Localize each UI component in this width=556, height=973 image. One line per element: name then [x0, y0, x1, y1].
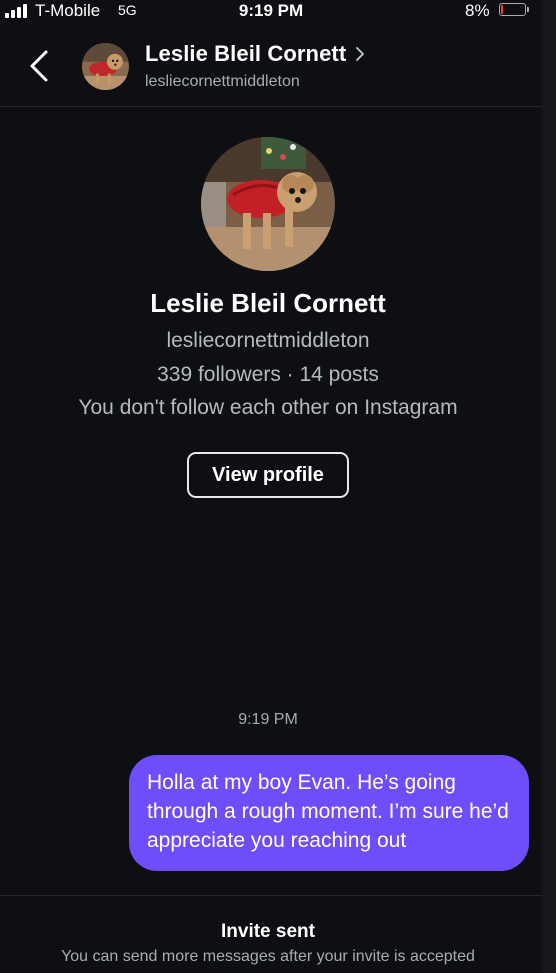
message-timestamp: 9:19 PM	[238, 711, 298, 728]
edge-strip	[542, 0, 556, 973]
profile-username: lesliecornettmiddleton	[166, 329, 370, 352]
status-time: 9:19 PM	[238, 1, 304, 20]
profile-avatar[interactable]	[201, 137, 335, 271]
header-username: lesliecornettmiddleton	[145, 73, 300, 90]
chat-header: Leslie Bleil Cornett lesliecornettmiddle…	[0, 26, 542, 107]
battery-cap	[527, 7, 529, 12]
header-name: Leslie Bleil Cornett	[145, 41, 347, 66]
dog-avatar-image	[82, 43, 129, 90]
invite-status-footer: Invite sent You can send more messages a…	[0, 895, 542, 973]
view-profile-button[interactable]: View profile	[187, 452, 349, 498]
profile-name: Leslie Bleil Cornett	[150, 288, 386, 318]
invite-status-note: You can send more messages after your in…	[61, 948, 475, 965]
direct-message-screen: T-Mobile 5G 9:19 PM 8% Leslie Bleil Corn…	[0, 0, 556, 973]
header-profile-link[interactable]: Leslie Bleil Cornett	[145, 41, 365, 67]
dog-profile-photo	[201, 137, 335, 271]
follow-status-note: You don't follow each other on Instagram	[78, 396, 458, 419]
chevron-left-icon	[30, 50, 48, 82]
profile-stats: 339 followers · 14 posts	[157, 363, 379, 386]
invite-status-title: Invite sent	[221, 921, 315, 942]
back-button[interactable]	[22, 44, 58, 88]
sent-message-bubble[interactable]: Holla at my boy Evan. He’s going through…	[129, 755, 529, 871]
status-bar: T-Mobile 5G 9:19 PM 8%	[0, 0, 542, 26]
battery-percent: 8%	[465, 1, 490, 20]
battery-level-fill	[501, 5, 503, 14]
chevron-right-icon	[356, 47, 365, 61]
battery-icon	[499, 3, 526, 16]
header-avatar[interactable]	[82, 43, 129, 90]
